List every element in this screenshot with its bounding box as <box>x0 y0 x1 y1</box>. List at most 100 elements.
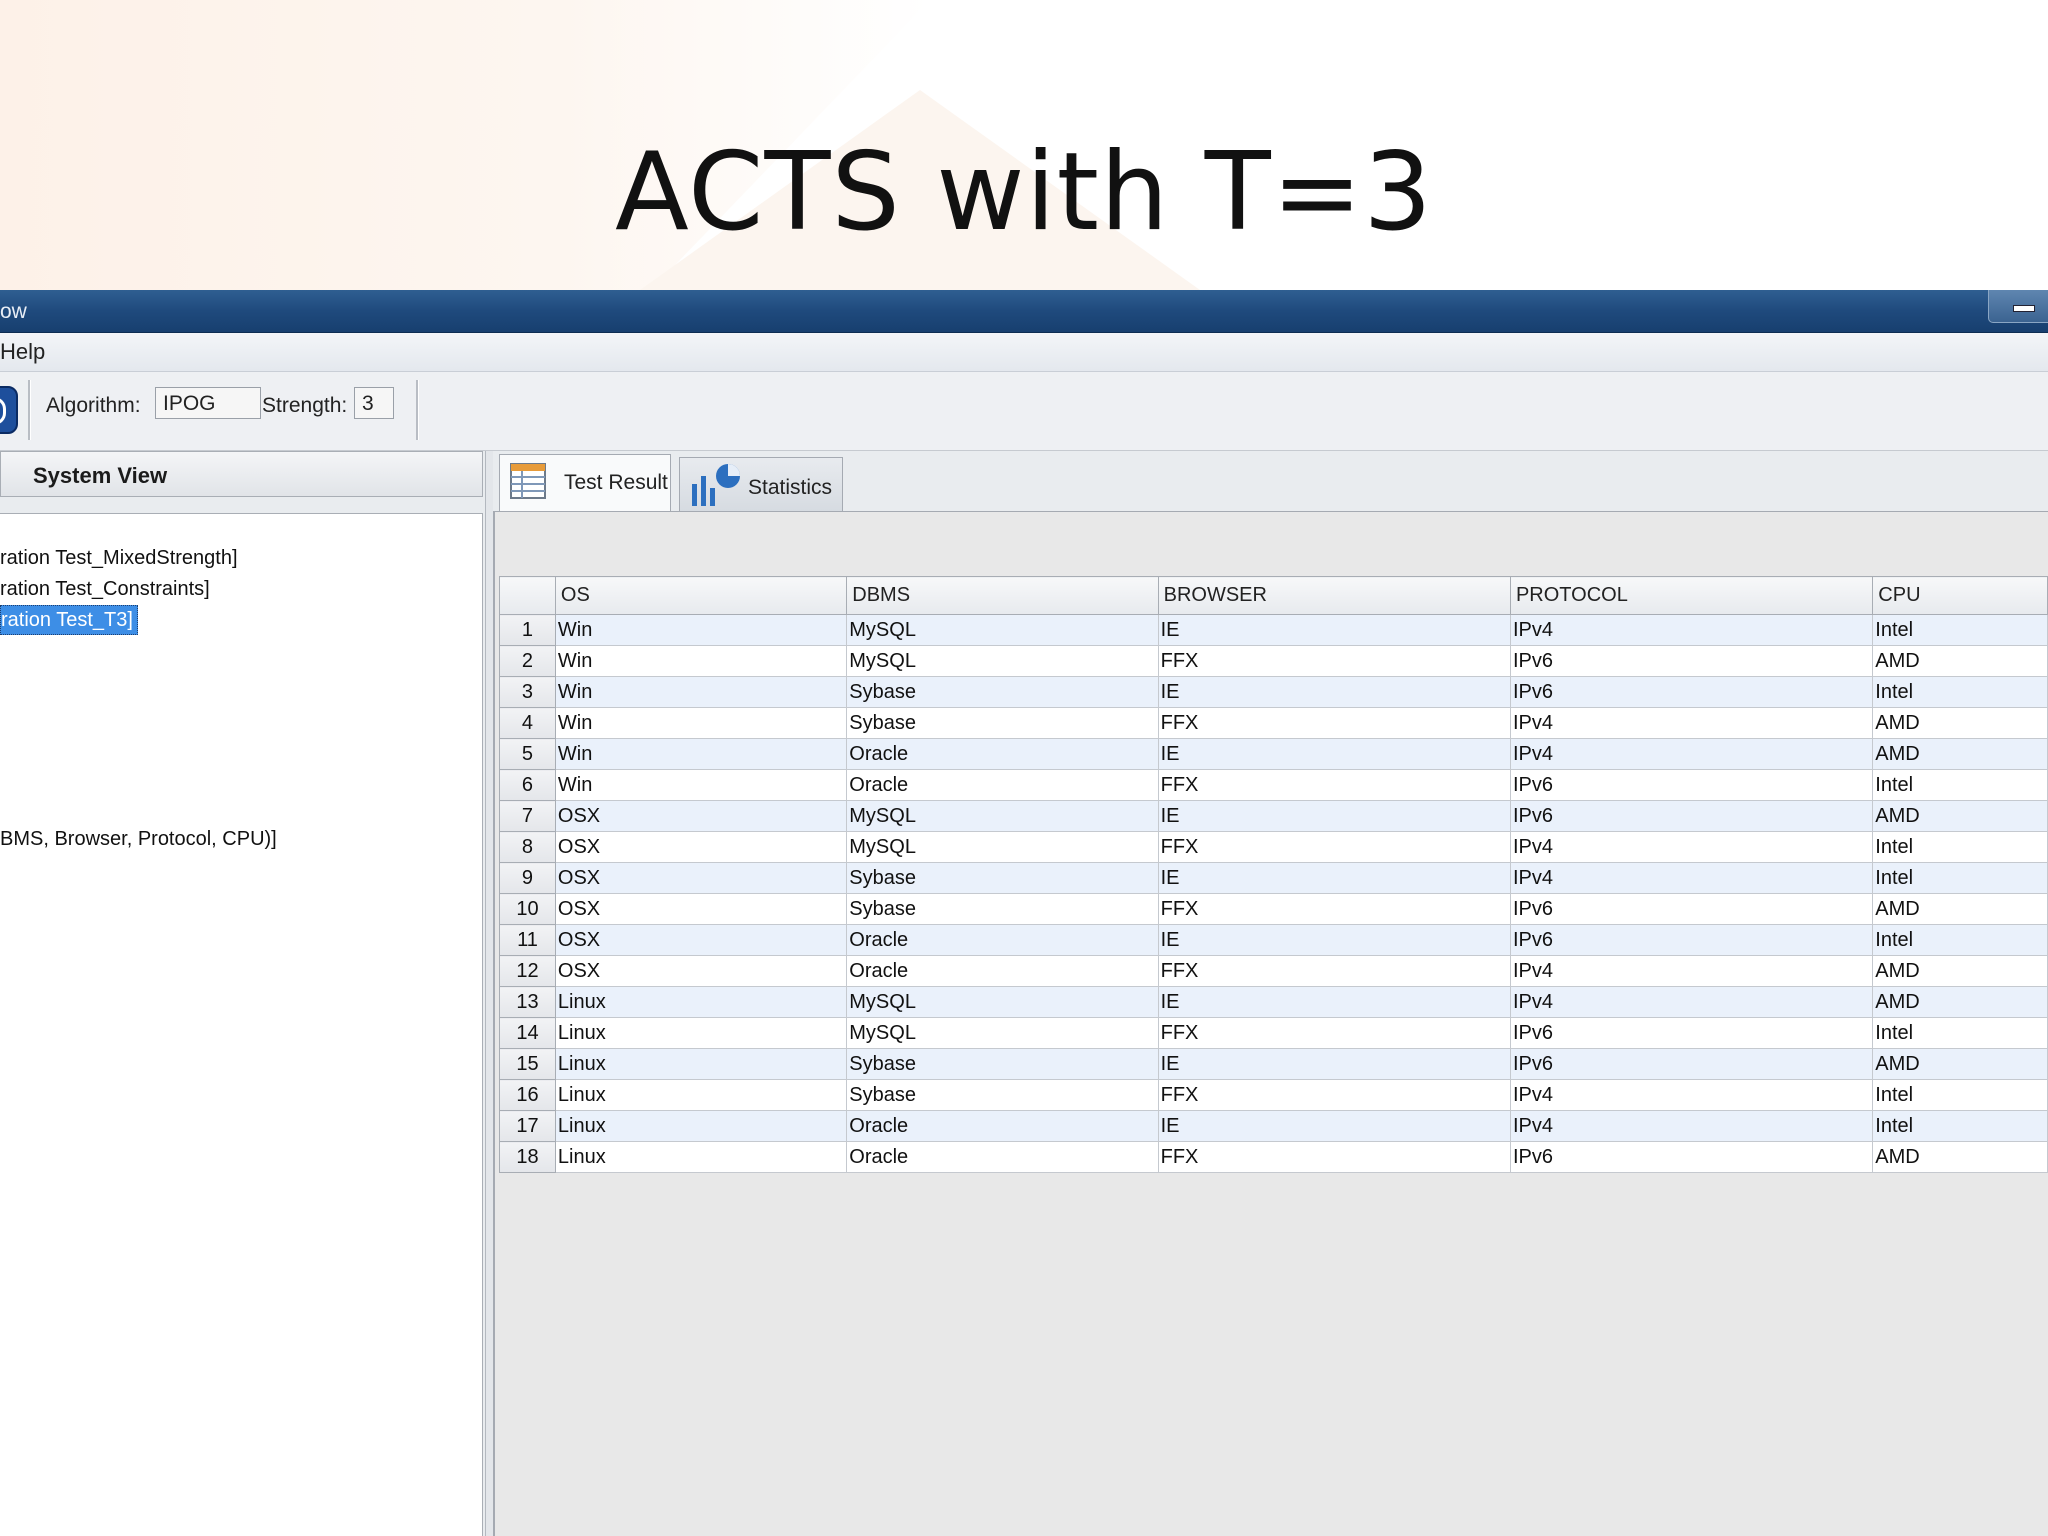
cell-dbms[interactable]: Oracle <box>846 738 1159 770</box>
tab-statistics[interactable]: Statistics <box>679 457 843 511</box>
cell-browser[interactable]: FFX <box>1157 645 1511 677</box>
cell-cpu[interactable]: Intel <box>1872 1017 2048 1049</box>
cell-dbms[interactable]: Oracle <box>846 1110 1159 1142</box>
cell-protocol[interactable]: IPv4 <box>1509 738 1874 770</box>
cell-browser[interactable]: FFX <box>1157 1079 1511 1111</box>
table-row[interactable]: 6 Win Oracle FFX IPv6 Intel <box>499 769 2048 801</box>
cell-os[interactable]: Win <box>554 676 848 708</box>
cell-os[interactable]: OSX <box>554 862 848 894</box>
cell-cpu[interactable]: AMD <box>1872 1141 2048 1173</box>
cell-os[interactable]: OSX <box>554 893 848 925</box>
cell-dbms[interactable]: MySQL <box>846 614 1159 646</box>
cell-protocol[interactable]: IPv4 <box>1509 986 1874 1018</box>
tree-item-parameters[interactable]: BMS, Browser, Protocol, CPU)] <box>0 825 277 853</box>
cell-protocol[interactable]: IPv4 <box>1509 614 1874 646</box>
cell-os[interactable]: Win <box>554 645 848 677</box>
table-row[interactable]: 4 Win Sybase FFX IPv4 AMD <box>499 707 2048 739</box>
cell-os[interactable]: Linux <box>554 1141 848 1173</box>
algorithm-field[interactable]: IPOG <box>155 387 261 419</box>
cell-cpu[interactable]: AMD <box>1872 707 2048 739</box>
cell-os[interactable]: Linux <box>554 1048 848 1080</box>
cell-protocol[interactable]: IPv4 <box>1509 862 1874 894</box>
cell-os[interactable]: Linux <box>554 1110 848 1142</box>
table-row[interactable]: 16 Linux Sybase FFX IPv4 Intel <box>499 1079 2048 1111</box>
cell-browser[interactable]: FFX <box>1157 1017 1511 1049</box>
strength-field[interactable]: 3 <box>354 387 394 419</box>
table-row[interactable]: 14 Linux MySQL FFX IPv6 Intel <box>499 1017 2048 1049</box>
cell-browser[interactable]: IE <box>1157 986 1511 1018</box>
cell-browser[interactable]: IE <box>1157 800 1511 832</box>
cell-browser[interactable]: IE <box>1157 924 1511 956</box>
header-dbms[interactable]: DBMS <box>846 576 1159 615</box>
cell-os[interactable]: OSX <box>554 831 848 863</box>
cell-protocol[interactable]: IPv6 <box>1509 924 1874 956</box>
table-row[interactable]: 13 Linux MySQL IE IPv4 AMD <box>499 986 2048 1018</box>
cell-cpu[interactable]: AMD <box>1872 955 2048 987</box>
tree-item-mixed-strength[interactable]: ration Test_MixedStrength] <box>0 544 238 572</box>
cell-os[interactable]: OSX <box>554 924 848 956</box>
cell-cpu[interactable]: Intel <box>1872 831 2048 863</box>
cell-cpu[interactable]: AMD <box>1872 738 2048 770</box>
table-row[interactable]: 17 Linux Oracle IE IPv4 Intel <box>499 1110 2048 1142</box>
header-protocol[interactable]: PROTOCOL <box>1509 576 1874 615</box>
cell-dbms[interactable]: Oracle <box>846 924 1159 956</box>
header-browser[interactable]: BROWSER <box>1157 576 1511 615</box>
cell-browser[interactable]: IE <box>1157 738 1511 770</box>
cell-dbms[interactable]: MySQL <box>846 831 1159 863</box>
header-os[interactable]: OS <box>554 576 848 615</box>
cell-cpu[interactable]: Intel <box>1872 614 2048 646</box>
table-row[interactable]: 7 OSX MySQL IE IPv6 AMD <box>499 800 2048 832</box>
cell-os[interactable]: OSX <box>554 955 848 987</box>
cell-browser[interactable]: FFX <box>1157 707 1511 739</box>
cell-cpu[interactable]: AMD <box>1872 986 2048 1018</box>
cell-protocol[interactable]: IPv6 <box>1509 676 1874 708</box>
minimize-button[interactable] <box>1988 290 2048 323</box>
tree-item-t3[interactable]: ration Test_T3] <box>0 605 138 635</box>
cell-dbms[interactable]: MySQL <box>846 645 1159 677</box>
cell-os[interactable]: OSX <box>554 800 848 832</box>
cell-cpu[interactable]: Intel <box>1872 769 2048 801</box>
cell-protocol[interactable]: IPv6 <box>1509 769 1874 801</box>
table-row[interactable]: 11 OSX Oracle IE IPv6 Intel <box>499 924 2048 956</box>
table-row[interactable]: 2 Win MySQL FFX IPv6 AMD <box>499 645 2048 677</box>
cell-dbms[interactable]: Sybase <box>846 707 1159 739</box>
cell-browser[interactable]: FFX <box>1157 1141 1511 1173</box>
table-row[interactable]: 8 OSX MySQL FFX IPv4 Intel <box>499 831 2048 863</box>
table-row[interactable]: 9 OSX Sybase IE IPv4 Intel <box>499 862 2048 894</box>
cell-cpu[interactable]: AMD <box>1872 645 2048 677</box>
cell-os[interactable]: Linux <box>554 986 848 1018</box>
tree-item-constraints[interactable]: ration Test_Constraints] <box>0 575 210 603</box>
cell-os[interactable]: Win <box>554 707 848 739</box>
cell-browser[interactable]: IE <box>1157 614 1511 646</box>
cell-dbms[interactable]: Sybase <box>846 893 1159 925</box>
build-icon[interactable] <box>0 386 18 434</box>
cell-browser[interactable]: FFX <box>1157 769 1511 801</box>
cell-protocol[interactable]: IPv4 <box>1509 1110 1874 1142</box>
cell-dbms[interactable]: Sybase <box>846 1079 1159 1111</box>
cell-dbms[interactable]: Oracle <box>846 1141 1159 1173</box>
cell-protocol[interactable]: IPv6 <box>1509 1048 1874 1080</box>
cell-cpu[interactable]: Intel <box>1872 1110 2048 1142</box>
cell-protocol[interactable]: IPv6 <box>1509 800 1874 832</box>
cell-dbms[interactable]: Sybase <box>846 862 1159 894</box>
cell-protocol[interactable]: IPv4 <box>1509 955 1874 987</box>
tab-test-result[interactable]: Test Result <box>499 454 671 512</box>
cell-os[interactable]: Win <box>554 738 848 770</box>
cell-cpu[interactable]: Intel <box>1872 676 2048 708</box>
cell-protocol[interactable]: IPv4 <box>1509 1079 1874 1111</box>
cell-browser[interactable]: IE <box>1157 1110 1511 1142</box>
cell-protocol[interactable]: IPv6 <box>1509 645 1874 677</box>
table-row[interactable]: 10 OSX Sybase FFX IPv6 AMD <box>499 893 2048 925</box>
cell-dbms[interactable]: Sybase <box>846 676 1159 708</box>
table-row[interactable]: 5 Win Oracle IE IPv4 AMD <box>499 738 2048 770</box>
table-row[interactable]: 3 Win Sybase IE IPv6 Intel <box>499 676 2048 708</box>
header-cpu[interactable]: CPU <box>1872 576 2048 615</box>
cell-browser[interactable]: FFX <box>1157 955 1511 987</box>
cell-os[interactable]: Linux <box>554 1017 848 1049</box>
cell-cpu[interactable]: AMD <box>1872 800 2048 832</box>
cell-protocol[interactable]: IPv4 <box>1509 707 1874 739</box>
cell-dbms[interactable]: Oracle <box>846 955 1159 987</box>
menu-help[interactable]: Help <box>0 339 45 365</box>
cell-cpu[interactable]: Intel <box>1872 924 2048 956</box>
cell-dbms[interactable]: MySQL <box>846 800 1159 832</box>
